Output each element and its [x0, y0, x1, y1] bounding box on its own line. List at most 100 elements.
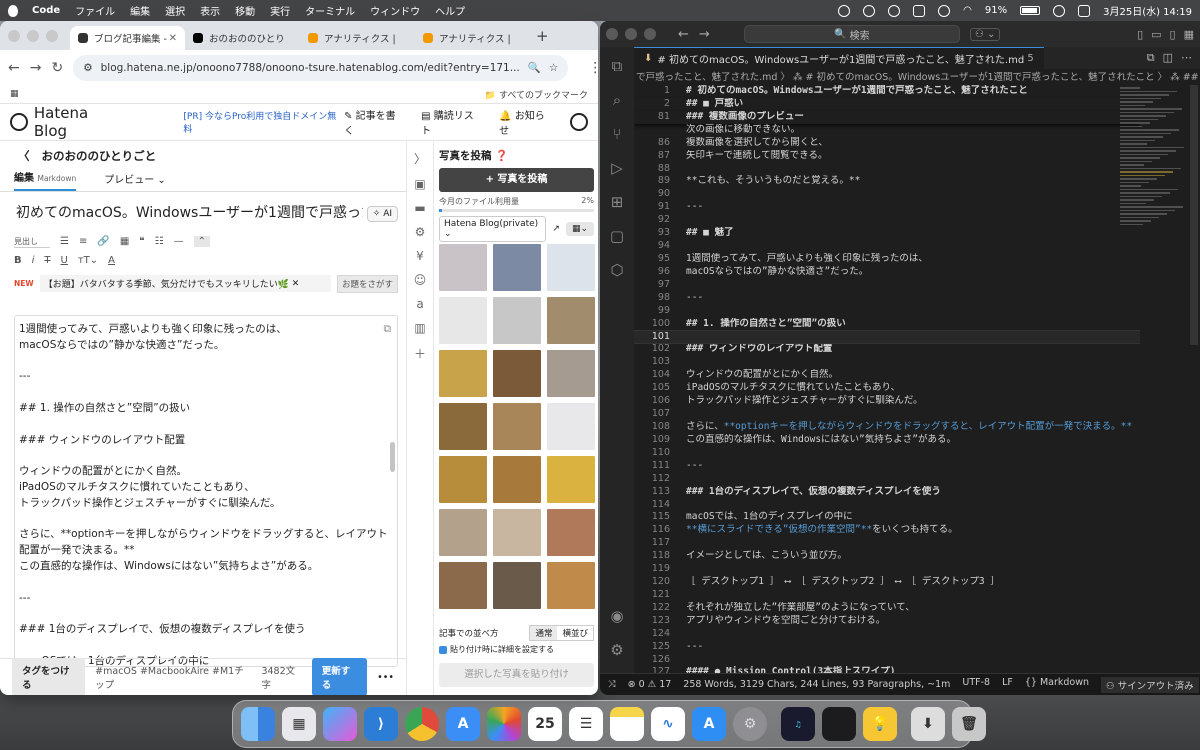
- problems-status[interactable]: ⊗ 0 ⚠ 17: [628, 679, 672, 690]
- code-line[interactable]: 115 macOSでは、1台のディスプレイの中に: [634, 511, 1140, 524]
- code-line[interactable]: 90: [634, 188, 1140, 201]
- hatena-logo[interactable]: Hatena Blog: [10, 104, 125, 140]
- nav-forward-icon[interactable]: →: [699, 27, 710, 42]
- help-icon[interactable]: ❓: [495, 150, 508, 162]
- input-method-icon[interactable]: [913, 4, 926, 17]
- bold-icon[interactable]: B: [14, 255, 22, 266]
- update-button[interactable]: 更新する: [311, 658, 368, 695]
- explorer-icon[interactable]: ⧉: [612, 57, 623, 75]
- package-icon[interactable]: ⬡: [610, 261, 623, 279]
- code-line[interactable]: 100 ## 1. 操作の自然さと”空間”の扱い: [634, 318, 1140, 331]
- post-photo-button[interactable]: + 写真を投稿: [439, 168, 594, 192]
- back-chevron-icon[interactable]: 〈: [18, 148, 30, 164]
- editor-tab[interactable]: ⬇ # 初めてのmacOS。Windowsユーザーが1週間で戸惑ったこと、魅了され…: [634, 47, 1044, 69]
- browser-tab[interactable]: アナリティクス |: [415, 26, 530, 50]
- code-line[interactable]: 86 複数画像を選択してから開くと、: [634, 137, 1140, 150]
- code-line[interactable]: 1 # 初めてのmacOS。Windowsユーザーが1週間で戸惑ったこと、魅了され…: [634, 85, 1140, 98]
- promo-link[interactable]: [PR] 今ならPro利用で独自ドメイン無料: [183, 109, 344, 135]
- code-line[interactable]: 91 ---: [634, 201, 1140, 214]
- code-line[interactable]: 123 アプリやウィンドウを空間ごと分けておける。: [634, 615, 1140, 628]
- code-line[interactable]: 89 **これも、そういうものだと覚える。**: [634, 175, 1140, 188]
- apps-grid-icon[interactable]: ▦: [10, 89, 19, 99]
- heading-select[interactable]: 見出し: [14, 236, 50, 248]
- new-tab-button[interactable]: +: [536, 27, 549, 45]
- photo-thumbnail[interactable]: [547, 244, 595, 291]
- language-status[interactable]: {} Markdown: [1025, 677, 1089, 693]
- align-icon[interactable]: ☷: [155, 236, 164, 247]
- photo-thumbnail[interactable]: [439, 562, 487, 609]
- photo-thumbnail[interactable]: [547, 456, 595, 503]
- zoom-window-button[interactable]: [644, 28, 656, 40]
- code-line[interactable]: 104 ウィンドウの配置がとにかく自然。: [634, 369, 1140, 382]
- code-line[interactable]: 88: [634, 163, 1140, 176]
- code-line[interactable]: 111 ---: [634, 460, 1140, 473]
- code-line[interactable]: 120 ［ デスクトップ1 ］ ⟷ ［ デスクトップ2 ］ ⟷ ［ デスクトップ3…: [634, 576, 1140, 589]
- user-avatar-icon[interactable]: [570, 113, 588, 131]
- code-line[interactable]: 105 iPadOSのマルチタスクに慣れていたこともあり、: [634, 382, 1140, 395]
- code-editor[interactable]: 1 # 初めてのmacOS。Windowsユーザーが1週間で戸惑ったこと、魅了され…: [634, 85, 1140, 673]
- sort-horizontal-button[interactable]: 横並び: [557, 626, 593, 640]
- close-window-button[interactable]: [8, 29, 20, 42]
- collapse-sidebar-icon[interactable]: 〉: [414, 150, 426, 167]
- remote-explorer-icon[interactable]: ▢: [610, 227, 624, 245]
- url-text[interactable]: blog.hatena.ne.jp/onoono7788/onoono-tsur…: [101, 62, 520, 74]
- control-center-icon[interactable]: [1078, 4, 1091, 17]
- photo-thumbnail[interactable]: [493, 562, 541, 609]
- code-line[interactable]: 95 1週間使ってみて、戸惑いよりも強く印象に残ったのは、: [634, 253, 1140, 266]
- toggle-panel-icon[interactable]: ▭: [1151, 28, 1161, 41]
- code-line[interactable]: 109 この直感的な操作は、Windowsにはない”気持ちよさ”がある。: [634, 434, 1140, 447]
- split-editor-icon[interactable]: ◫: [1163, 51, 1173, 65]
- photo-tool-icon[interactable]: ▣: [414, 177, 425, 191]
- photo-thumbnail[interactable]: [493, 509, 541, 556]
- account-icon[interactable]: ◉: [610, 607, 623, 625]
- numbered-list-icon[interactable]: ≡: [79, 236, 87, 247]
- strikethrough-icon[interactable]: T: [44, 255, 50, 266]
- launchpad-icon[interactable]: ▦: [282, 707, 316, 741]
- battery-icon[interactable]: [1020, 6, 1041, 15]
- menu-item[interactable]: 表示: [200, 3, 220, 18]
- trash-icon[interactable]: 🗑: [952, 707, 986, 741]
- code-line[interactable]: 116 **横にスライドできる”仮想の作業空間”**をいくつも持てる。: [634, 524, 1140, 537]
- tab-edit[interactable]: 編集 Markdown: [14, 169, 77, 191]
- code-line[interactable]: 101: [634, 329, 1140, 345]
- photo-thumbnail[interactable]: [439, 403, 487, 450]
- code-line[interactable]: 125 ---: [634, 641, 1140, 654]
- menu-item[interactable]: ウィンドウ: [370, 3, 420, 18]
- photo-thumbnail[interactable]: [547, 509, 595, 556]
- calendar-icon[interactable]: 25: [528, 707, 562, 741]
- mirror-icon[interactable]: [822, 707, 856, 741]
- photo-thumbnail[interactable]: [547, 350, 595, 397]
- photo-thumbnail[interactable]: [493, 456, 541, 503]
- collapse-toolbar-icon[interactable]: ⌃: [193, 236, 211, 247]
- menu-app-name[interactable]: Code: [32, 5, 60, 16]
- photo-thumbnail[interactable]: [493, 403, 541, 450]
- code-line[interactable]: 2 ## ■ 戸惑い: [634, 97, 1140, 111]
- paste-photo-button[interactable]: 選択した写真を貼り付け: [439, 663, 594, 687]
- forward-icon[interactable]: →: [30, 60, 42, 76]
- people-tool-icon[interactable]: ☺: [414, 273, 427, 287]
- reading-list-button[interactable]: ▤ 購読リスト: [421, 107, 483, 137]
- close-window-button[interactable]: [606, 28, 618, 40]
- link-icon[interactable]: 🔗: [97, 236, 109, 247]
- copilot-icon[interactable]: [323, 707, 357, 741]
- code-line[interactable]: 次の画像に移動できない。: [634, 124, 1140, 137]
- ai-button[interactable]: ✧ AI: [366, 206, 398, 222]
- menu-clock[interactable]: 3月25日(水) 14:19: [1103, 3, 1192, 18]
- topic-banner[interactable]: 【お題】バタバタする季節、気分だけでもスッキリしたい🌿 ✕: [39, 275, 331, 292]
- code-line[interactable]: 97: [634, 279, 1140, 292]
- eol-status[interactable]: LF: [1002, 677, 1013, 693]
- run-debug-icon[interactable]: ▷: [611, 159, 623, 177]
- editor-scrollbar[interactable]: [1190, 85, 1198, 345]
- photo-thumbnail[interactable]: [439, 244, 487, 291]
- menu-item[interactable]: ターミナル: [305, 3, 355, 18]
- code-line[interactable]: 112: [634, 473, 1140, 486]
- code-line[interactable]: 92: [634, 214, 1140, 227]
- command-search[interactable]: 🔍 検索: [743, 25, 960, 43]
- code-line[interactable]: 114: [634, 499, 1140, 512]
- menu-item[interactable]: 移動: [235, 3, 255, 18]
- apple-icon[interactable]: [8, 4, 18, 17]
- reminders-icon[interactable]: ☰: [569, 707, 603, 741]
- settings-icon[interactable]: ⚙: [733, 707, 767, 741]
- yen-tool-icon[interactable]: ¥: [416, 249, 424, 263]
- code-line[interactable]: 122 それぞれが独立した”作業部屋”のようになっていて、: [634, 602, 1140, 615]
